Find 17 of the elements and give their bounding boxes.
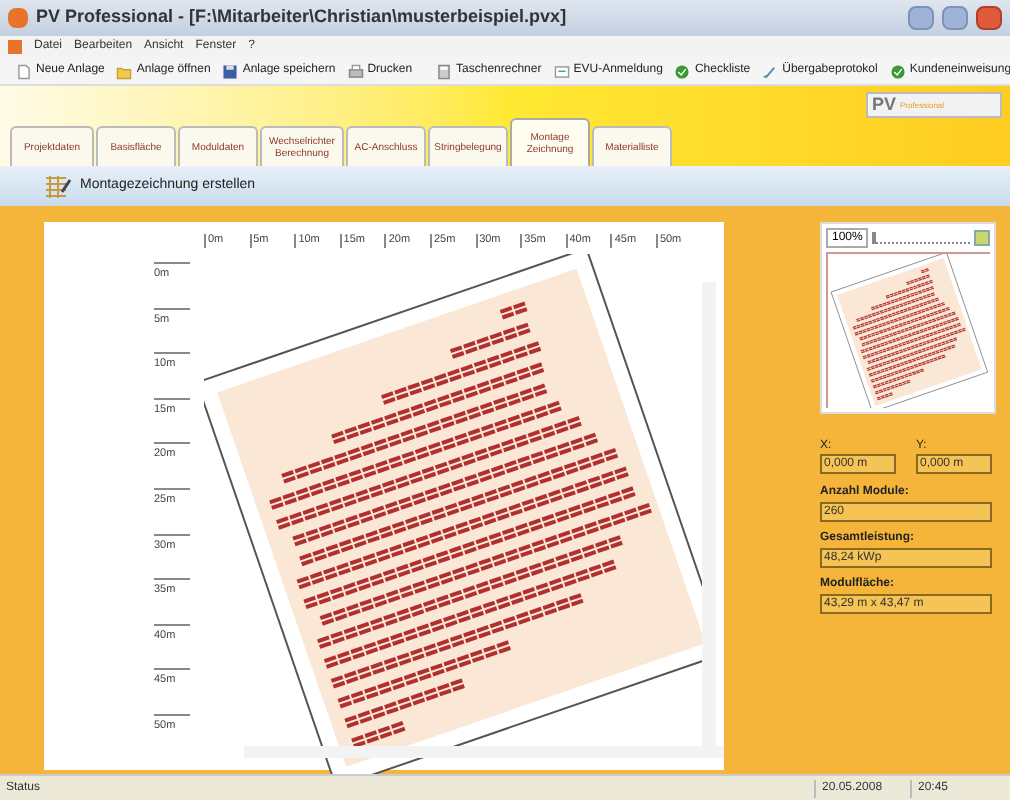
folder-icon — [116, 63, 133, 79]
form-icon — [553, 63, 570, 79]
fit-icon — [974, 230, 990, 246]
zoom-slider[interactable] — [872, 232, 970, 244]
calculator-icon — [436, 63, 453, 79]
check-icon — [889, 63, 906, 79]
check-icon — [674, 63, 691, 79]
window-title: PV Professional - [F:\Mitarbeiter\Christian\musterbeispiel.pvx] — [36, 4, 569, 31]
minimize-button[interactable] — [908, 6, 934, 30]
maximize-button[interactable] — [942, 6, 968, 30]
logo-text: PV — [872, 96, 897, 114]
pen-icon — [762, 63, 779, 79]
grid-pencil-icon — [44, 174, 72, 198]
close-button[interactable] — [976, 6, 1002, 30]
printer-icon — [347, 63, 364, 79]
document-icon — [16, 63, 32, 79]
slider-thumb[interactable] — [872, 232, 877, 244]
